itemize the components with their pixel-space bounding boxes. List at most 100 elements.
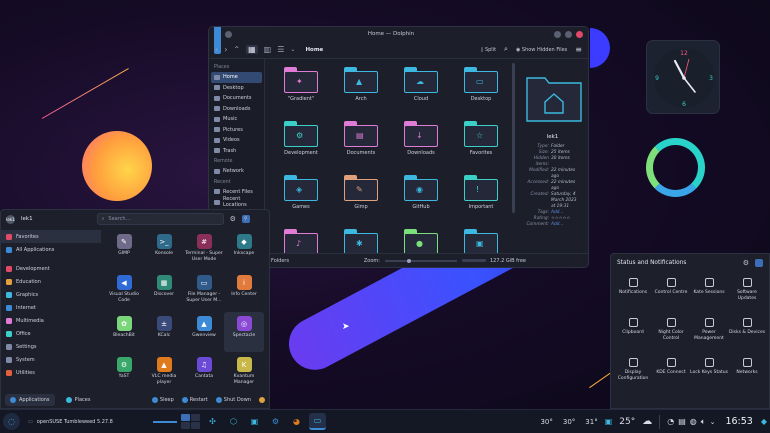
category-item[interactable]: Graphics: [1, 288, 101, 301]
category-item[interactable]: Office: [1, 327, 101, 340]
folder-item[interactable]: ↓ Downloads: [391, 117, 451, 167]
forward-icon[interactable]: ›: [224, 45, 227, 54]
network-icon[interactable]: ◍: [690, 417, 697, 426]
folder-item[interactable]: ▲ Arch: [331, 63, 391, 113]
status-item[interactable]: Control Centre: [652, 273, 690, 311]
search-icon[interactable]: ⌕: [504, 45, 508, 54]
sidebar-item-remote-0[interactable]: Network: [211, 166, 262, 177]
app-item[interactable]: ▲ Gwenview: [184, 312, 224, 352]
back-icon[interactable]: ‹: [215, 45, 218, 54]
icons-view-icon[interactable]: ▦: [246, 45, 258, 54]
status-item[interactable]: Night Color Control: [652, 313, 690, 351]
close-button[interactable]: [576, 30, 583, 38]
folder-item[interactable]: ✱: [331, 225, 391, 253]
app-item[interactable]: ◎ Spectacle: [224, 312, 264, 352]
maximize-button[interactable]: [565, 30, 572, 38]
status-item[interactable]: Lock Keys Status: [690, 353, 728, 391]
app-item[interactable]: ▦ Discover: [144, 271, 184, 311]
app-item[interactable]: ⚙ YaST: [104, 353, 144, 393]
folder-item[interactable]: ●: [391, 225, 451, 253]
status-item[interactable]: KDE Connect: [652, 353, 690, 391]
sidebar-item-place-2[interactable]: Documents: [211, 93, 262, 104]
volume-icon[interactable]: 🔈︎: [701, 417, 706, 427]
configure-icon[interactable]: ⚙: [743, 259, 749, 267]
status-item[interactable]: Display Configuration: [614, 353, 652, 391]
app-item[interactable]: # Terminal - Super User Mode: [184, 230, 224, 270]
compact-view-icon[interactable]: ▥: [264, 45, 272, 54]
status-item[interactable]: Kate Sessions: [690, 273, 728, 311]
window-titlebar[interactable]: Home — Dolphin: [209, 27, 588, 54]
sidebar-item-place-4[interactable]: Music: [211, 114, 262, 125]
category-item[interactable]: Education: [1, 275, 101, 288]
configure-icon[interactable]: ⚙: [230, 215, 236, 223]
avatar[interactable]: lek1: [6, 214, 15, 224]
split-button[interactable]: ▯ Split: [481, 47, 496, 53]
file-view-scrollbar[interactable]: [512, 63, 515, 213]
pin-icon[interactable]: ⚲: [241, 215, 250, 223]
app-item[interactable]: ± KCalc: [144, 312, 184, 352]
sidebar-item-place-3[interactable]: Downloads: [211, 104, 262, 115]
system-info-icon[interactable]: ▣: [246, 413, 263, 430]
folder-item[interactable]: ☆ Favorites: [451, 117, 511, 167]
chevron-up-icon[interactable]: ⌄: [710, 418, 716, 426]
app-item[interactable]: >_ Konsole: [144, 230, 184, 270]
hamburger-menu-icon[interactable]: ≡: [575, 45, 582, 54]
folder-item[interactable]: ◈ Games: [271, 171, 331, 221]
cloud-icon[interactable]: ☁: [642, 416, 652, 427]
sidebar-item-place-6[interactable]: Videos: [211, 135, 262, 146]
window-pin-button[interactable]: [225, 30, 232, 38]
sidebar-item-recent-1[interactable]: Recent Locations: [211, 196, 262, 208]
category-item[interactable]: Favorites: [1, 230, 101, 243]
folder-item[interactable]: ▣: [451, 225, 511, 253]
details-view-icon[interactable]: ☰: [277, 45, 284, 54]
app-item[interactable]: ▲ VLC media player: [144, 353, 184, 393]
clock-time[interactable]: 16:53: [725, 416, 752, 427]
pin-icon[interactable]: [755, 258, 763, 267]
app-item[interactable]: ▭ File Manager - Super User M...: [184, 271, 224, 311]
sidebar-item-place-7[interactable]: Trash: [211, 146, 262, 157]
status-item[interactable]: Disks & Devices: [728, 313, 766, 351]
app-item[interactable]: ◀ Visual Studio Code: [104, 271, 144, 311]
virtual-desktop-pager[interactable]: [181, 414, 200, 429]
minimize-button[interactable]: [554, 30, 561, 38]
analog-clock-widget[interactable]: 12 3 6 9: [646, 40, 720, 114]
search-input[interactable]: ⌕ Search...: [96, 213, 224, 225]
folder-item[interactable]: ♪: [271, 225, 331, 253]
peek-desktop-icon[interactable]: ◆: [761, 417, 767, 426]
folder-item[interactable]: ◉ GitHub: [391, 171, 451, 221]
category-item[interactable]: Settings: [1, 340, 101, 353]
tab-places[interactable]: Places: [61, 394, 96, 406]
chevron-down-icon[interactable]: ⌄: [290, 46, 295, 53]
task-openSUSE[interactable]: ▭ openSUSE Tumbleweed 5.27.8: [24, 413, 149, 431]
restart-button[interactable]: Restart: [181, 397, 208, 403]
app-launcher-icon[interactable]: ◌: [3, 413, 20, 430]
up-icon[interactable]: ⌃: [233, 45, 240, 54]
sidebar-item-place-0[interactable]: Home: [211, 72, 262, 83]
category-item[interactable]: Utilities: [1, 366, 101, 379]
info-value[interactable]: Add...: [551, 222, 581, 228]
category-item[interactable]: Internet: [1, 301, 101, 314]
app-item[interactable]: ✎ GIMP: [104, 230, 144, 270]
dolphin-task-icon[interactable]: ▭: [309, 413, 326, 430]
zoom-slider[interactable]: [384, 258, 457, 263]
status-item[interactable]: Power Management: [690, 313, 728, 351]
status-item[interactable]: Notifications: [614, 273, 652, 311]
app-item[interactable]: K Kvantum Manager: [224, 353, 264, 393]
app-item[interactable]: i Info Center: [224, 271, 264, 311]
status-item[interactable]: Software Updates: [728, 273, 766, 311]
more-options-button[interactable]: [259, 397, 265, 403]
weather-temp[interactable]: 25°: [619, 417, 635, 427]
monitor-icon[interactable]: ▣: [605, 417, 613, 426]
folder-item[interactable]: ✎ Gimp: [331, 171, 391, 221]
notifications-icon[interactable]: ◔: [667, 417, 674, 426]
folder-item[interactable]: ▭ Desktop: [451, 63, 511, 113]
category-item[interactable]: System: [1, 353, 101, 366]
sleep-button[interactable]: Sleep: [151, 397, 174, 403]
app-item[interactable]: ◆ Inkscape: [224, 230, 264, 270]
clipboard-icon[interactable]: ▤: [678, 417, 686, 426]
shutdown-button[interactable]: Shut Down: [215, 397, 251, 403]
app-item[interactable]: ♫ Cantata: [184, 353, 224, 393]
show-hidden-button[interactable]: ◉ Show Hidden Files: [516, 47, 567, 53]
discover-icon[interactable]: ⬡: [225, 413, 242, 430]
settings-gear-icon[interactable]: ⚙: [267, 413, 284, 430]
